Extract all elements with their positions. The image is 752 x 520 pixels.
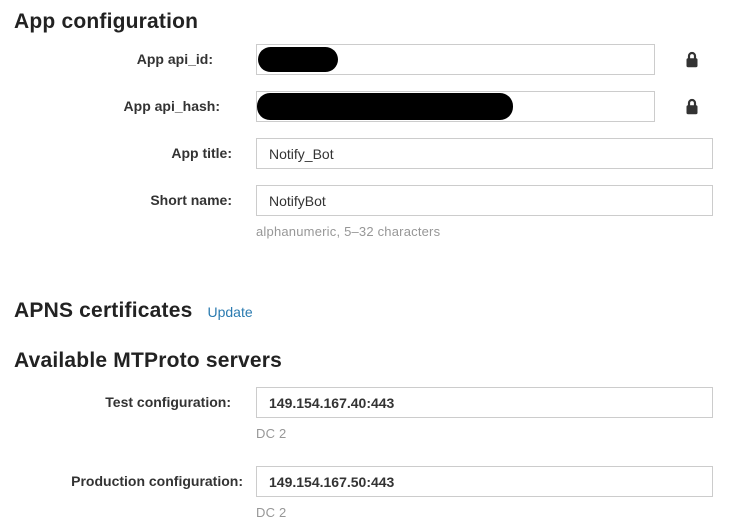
section-heading-app-configuration: App configuration	[14, 10, 752, 34]
field-label-app-title: App title:	[0, 138, 249, 169]
field-label-test-configuration: Test configuration:	[0, 387, 249, 418]
apns-update-link[interactable]: Update	[207, 304, 252, 320]
app-api-id-input[interactable]	[256, 44, 655, 75]
form-row-production-configuration: Production configuration: DC 2	[0, 466, 752, 520]
field-label-production-configuration: Production configuration:	[0, 466, 249, 497]
form-row-app-title: App title:	[0, 138, 752, 169]
field-label-short-name: Short name:	[0, 185, 249, 216]
section-heading-mtproto-servers: Available MTProto servers	[14, 349, 752, 373]
app-configuration-page: App configuration App api_id: App api_ha…	[0, 10, 752, 520]
app-api-hash-input[interactable]	[256, 91, 655, 122]
field-label-app-api-hash: App api_hash:	[0, 91, 249, 122]
lock-icon	[685, 98, 699, 115]
app-title-input[interactable]	[256, 138, 713, 169]
form-row-short-name: Short name: alphanumeric, 5–32 character…	[0, 185, 752, 239]
section-heading-apns-certificates: APNS certificates	[14, 299, 192, 323]
apns-heading-row: APNS certificates Update	[0, 255, 752, 323]
production-configuration-input[interactable]	[256, 466, 713, 497]
production-configuration-dc-text: DC 2	[256, 505, 713, 520]
form-row-api-id: App api_id:	[0, 44, 752, 75]
form-row-test-configuration: Test configuration: DC 2	[0, 387, 752, 441]
short-name-helper-text: alphanumeric, 5–32 characters	[256, 224, 713, 239]
field-label-app-api-id: App api_id:	[0, 44, 249, 75]
test-configuration-dc-text: DC 2	[256, 426, 713, 441]
test-configuration-input[interactable]	[256, 387, 713, 418]
short-name-input[interactable]	[256, 185, 713, 216]
form-row-api-hash: App api_hash:	[0, 91, 752, 122]
lock-icon	[685, 51, 699, 68]
